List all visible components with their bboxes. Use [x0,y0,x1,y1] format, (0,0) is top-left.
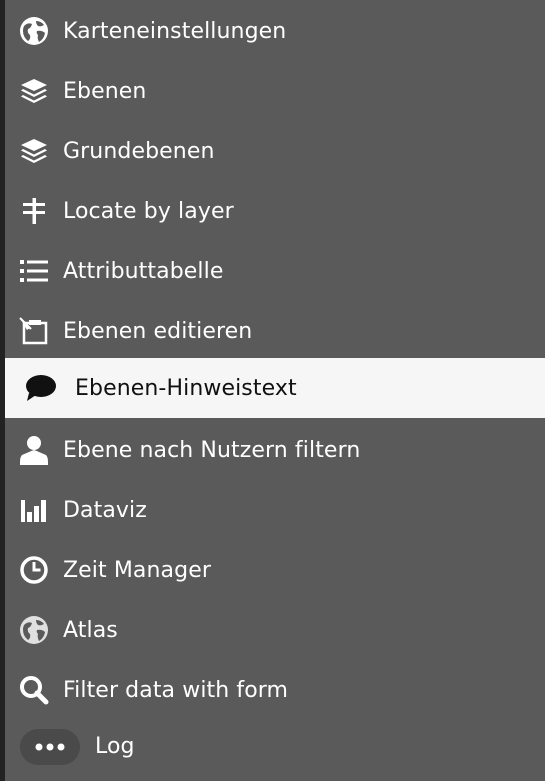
globe-icon [5,1,63,61]
menu-item-ebene-nach-nutzern-filtern[interactable]: Ebene nach Nutzern filtern [5,420,545,480]
menu-item-label: Ebenen-Hinweistext [75,375,297,401]
menu-item-label: Ebene nach Nutzern filtern [63,437,361,463]
menu-item-label: Ebenen editieren [63,318,253,344]
menu-item-filter-data-with-form[interactable]: Filter data with form [5,660,545,720]
menu-item-label: Log [95,734,135,759]
clock-icon [5,540,63,600]
menu-item-label: Locate by layer [63,198,234,224]
menu-item-label: Zeit Manager [63,557,211,583]
menu-panel: Karteneinstellungen Ebenen Grundebenen L… [0,0,545,781]
menu-item-locate-by-layer[interactable]: Locate by layer [5,181,545,241]
layers-icon [5,61,63,121]
menu-item-atlas[interactable]: Atlas [5,600,545,660]
menu-item-attributtabelle[interactable]: Attributtabelle [5,241,545,301]
menu-item-karteneinstellungen[interactable]: Karteneinstellungen [5,1,545,61]
menu-item-ebenen-hinweistext[interactable]: Ebenen-Hinweistext [5,358,545,418]
menu-item-dataviz[interactable]: Dataviz [5,480,545,540]
signpost-icon [5,181,63,241]
edit-icon [5,301,63,361]
list-icon [5,241,63,301]
user-icon [5,420,63,480]
menu-item-log[interactable]: Log [5,712,545,781]
menu-item-label: Atlas [63,617,118,643]
menu-item-label: Filter data with form [63,677,289,703]
search-icon [5,660,63,720]
menu-item-ebenen-editieren[interactable]: Ebenen editieren [5,301,545,361]
ellipsis-icon [5,712,95,781]
menu-item-zeit-manager[interactable]: Zeit Manager [5,540,545,600]
menu-item-label: Grundebenen [63,138,215,164]
bar-chart-icon [5,480,63,540]
menu-item-grundebenen[interactable]: Grundebenen [5,121,545,181]
menu-item-label: Karteneinstellungen [63,18,287,44]
layers-icon [5,121,63,181]
menu-item-label: Ebenen [63,78,147,104]
menu-item-label: Dataviz [63,497,147,523]
menu-item-ebenen[interactable]: Ebenen [5,61,545,121]
menu-item-label: Attributtabelle [63,258,224,284]
comment-icon [5,358,75,418]
globe-icon [5,600,63,660]
